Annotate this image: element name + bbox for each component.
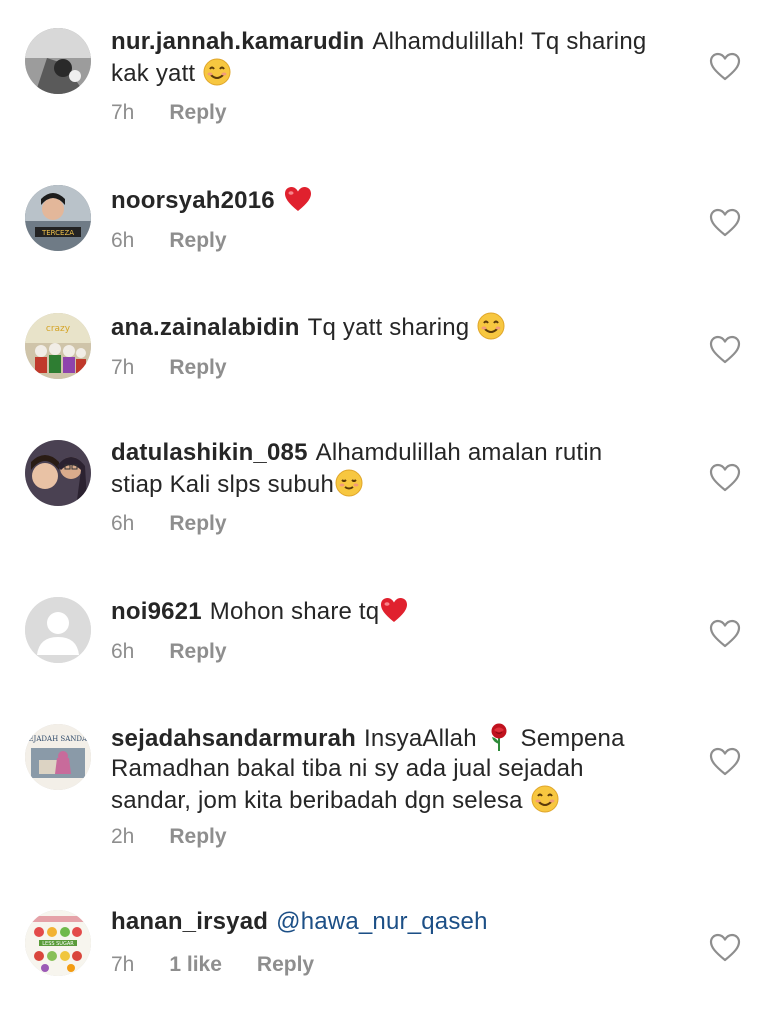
comment-text-block: sejadahsandarmurah InsyaAllah Sempena Ram… bbox=[111, 722, 671, 816]
smile-emoji bbox=[202, 57, 232, 87]
avatar[interactable]: LESS SUGAR bbox=[25, 910, 91, 976]
heart-outline-icon bbox=[709, 208, 741, 237]
heart-outline-icon bbox=[709, 52, 741, 81]
reply-button[interactable]: Reply bbox=[169, 640, 226, 663]
svg-text:TERCEZA: TERCEZA bbox=[41, 229, 74, 237]
avatar[interactable]: SEJADAH SANDAR bbox=[25, 724, 91, 790]
comment-username[interactable]: noi9621 bbox=[111, 598, 202, 625]
comment-text-part-a: InsyaAllah bbox=[364, 725, 477, 752]
likes-count[interactable]: 1 like bbox=[169, 953, 222, 976]
comment-item: nur.jannah.kamarudin Alhamdulillah! Tq sh… bbox=[0, 27, 784, 137]
comment-text-line2: stiap Kali slps subuh bbox=[111, 471, 334, 498]
comment-username[interactable]: noorsyah2016 bbox=[111, 187, 275, 214]
comment-meta: 7h Reply bbox=[111, 101, 262, 125]
comment-item: datulashikin_085 Alhamdulillah amalan rut… bbox=[0, 438, 784, 548]
reply-button[interactable]: Reply bbox=[169, 229, 226, 252]
comment-item: crazy ana.zainalabidin Tq yatt sharing 7h… bbox=[0, 311, 784, 391]
comment-item: noi9621 Mohon share tq 6h Reply bbox=[0, 595, 784, 675]
comment-time: 6h bbox=[111, 229, 135, 252]
heart-emoji bbox=[283, 184, 313, 214]
like-button[interactable] bbox=[709, 463, 741, 493]
svg-text:LESS SUGAR: LESS SUGAR bbox=[42, 941, 74, 947]
svg-text:crazy: crazy bbox=[46, 324, 71, 334]
avatar[interactable]: crazy bbox=[25, 313, 91, 379]
comment-text-block: noi9621 Mohon share tq bbox=[111, 595, 671, 627]
comment-meta: 6h Reply bbox=[111, 229, 262, 253]
reply-button[interactable]: Reply bbox=[169, 825, 226, 848]
like-button[interactable] bbox=[709, 619, 741, 649]
like-button[interactable] bbox=[709, 208, 741, 238]
comment-body: sejadahsandarmurah InsyaAllah Sempena Ram… bbox=[111, 722, 671, 816]
default-avatar-icon[interactable] bbox=[25, 597, 91, 663]
heart-outline-icon bbox=[709, 335, 741, 364]
comment-text-line1: Alhamdulillah amalan rutin bbox=[315, 439, 603, 466]
comment-body: datulashikin_085 Alhamdulillah amalan rut… bbox=[111, 438, 671, 500]
smile-emoji bbox=[476, 311, 506, 341]
reply-button[interactable]: Reply bbox=[169, 101, 226, 124]
heart-outline-icon bbox=[709, 619, 741, 648]
heart-outline-icon bbox=[709, 463, 741, 492]
comment-time: 7h bbox=[111, 356, 135, 379]
comment-meta: 7h 1 like Reply bbox=[111, 953, 349, 977]
comment-text-block: nur.jannah.kamarudin Alhamdulillah! Tq sh… bbox=[111, 27, 671, 89]
comment-text: Mohon share tq bbox=[209, 598, 380, 625]
comment-time: 7h bbox=[111, 953, 135, 976]
comment-text-block: datulashikin_085 Alhamdulillah amalan rut… bbox=[111, 438, 671, 500]
reply-button[interactable]: Reply bbox=[169, 356, 226, 379]
reply-button[interactable]: Reply bbox=[169, 512, 226, 535]
heart-outline-icon bbox=[709, 933, 741, 962]
avatar[interactable]: TERCEZA bbox=[25, 185, 91, 251]
comment-text-block: noorsyah2016 bbox=[111, 184, 671, 216]
comment-body: ana.zainalabidin Tq yatt sharing bbox=[111, 311, 671, 343]
comment-text: Tq yatt sharing bbox=[307, 314, 470, 341]
heart-outline-icon bbox=[709, 747, 741, 776]
comment-time: 7h bbox=[111, 101, 135, 124]
reply-button[interactable]: Reply bbox=[257, 953, 314, 976]
comment-body: nur.jannah.kamarudin Alhamdulillah! Tq sh… bbox=[111, 27, 671, 89]
comment-username[interactable]: datulashikin_085 bbox=[111, 439, 308, 466]
avatar[interactable] bbox=[25, 440, 91, 506]
comment-meta: 6h Reply bbox=[111, 640, 262, 664]
comment-item: TERCEZA noorsyah2016 6h Reply bbox=[0, 184, 784, 264]
like-button[interactable] bbox=[709, 52, 741, 82]
comment-meta: 7h Reply bbox=[111, 356, 262, 380]
comment-body: hanan_irsyad @hawa_nur_qaseh bbox=[111, 907, 671, 937]
comment-body: noi9621 Mohon share tq bbox=[111, 595, 671, 627]
comment-time: 6h bbox=[111, 512, 135, 535]
comment-body: noorsyah2016 bbox=[111, 184, 671, 216]
comment-text-part-b: Sempena bbox=[520, 725, 625, 752]
comment-text-block: hanan_irsyad @hawa_nur_qaseh bbox=[111, 907, 671, 937]
comment-username[interactable]: hanan_irsyad bbox=[111, 908, 268, 935]
comment-username[interactable]: sejadahsandarmurah bbox=[111, 725, 356, 752]
like-button[interactable] bbox=[709, 933, 741, 963]
svg-text:SEJADAH SANDAR: SEJADAH SANDAR bbox=[25, 735, 91, 743]
comment-meta: 2h Reply bbox=[111, 825, 262, 849]
comment-username[interactable]: ana.zainalabidin bbox=[111, 314, 300, 341]
comment-time: 2h bbox=[111, 825, 135, 848]
rose-emoji bbox=[484, 722, 514, 752]
relieved-emoji bbox=[334, 468, 364, 498]
heart-emoji bbox=[379, 595, 409, 625]
comment-text-block: ana.zainalabidin Tq yatt sharing bbox=[111, 311, 671, 343]
comment-item: LESS SUGAR hanan_irsyad @hawa_nur_qaseh 7… bbox=[0, 907, 784, 997]
avatar[interactable] bbox=[25, 28, 91, 94]
like-button[interactable] bbox=[709, 335, 741, 365]
comment-text-line2: Ramadhan bakal tiba ni sy ada jual sejad… bbox=[111, 755, 584, 782]
comment-item: SEJADAH SANDAR sejadahsandarmurah InsyaAl… bbox=[0, 722, 784, 862]
like-button[interactable] bbox=[709, 747, 741, 777]
comment-text-line3: sandar, jom kita beribadah dgn selesa bbox=[111, 787, 523, 814]
comment-username[interactable]: nur.jannah.kamarudin bbox=[111, 28, 364, 55]
smile-emoji bbox=[530, 784, 560, 814]
comment-time: 6h bbox=[111, 640, 135, 663]
mention-link[interactable]: @hawa_nur_qaseh bbox=[276, 908, 488, 935]
comment-meta: 6h Reply bbox=[111, 512, 262, 536]
